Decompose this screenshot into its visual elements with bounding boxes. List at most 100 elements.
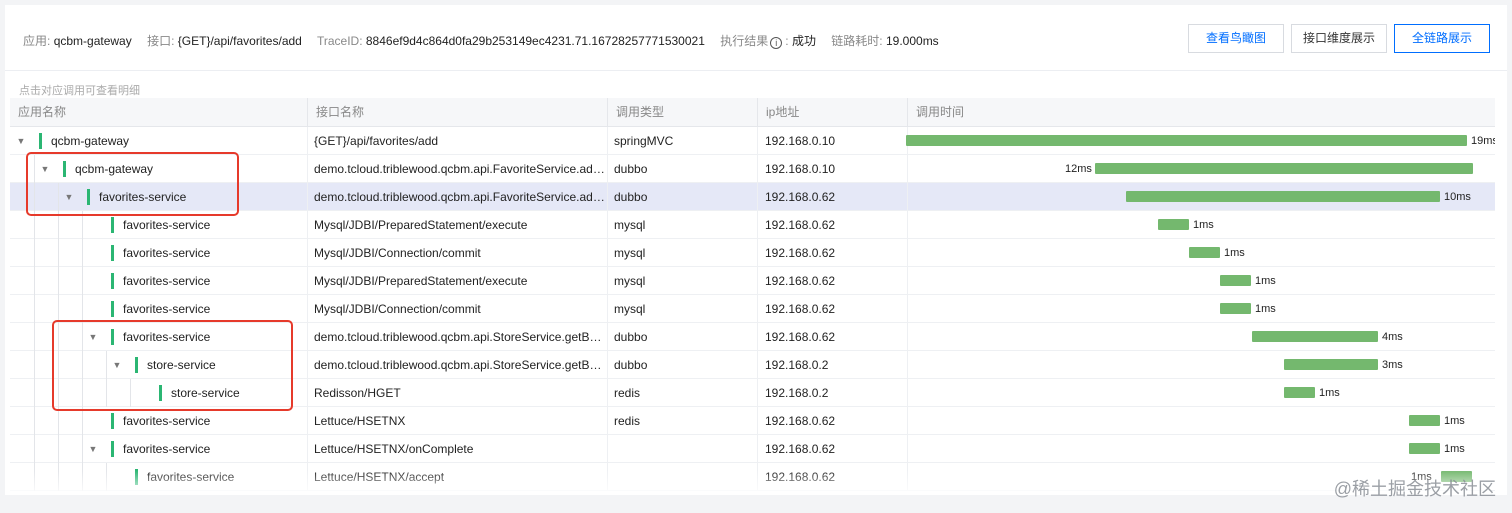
call-type: mysql	[614, 274, 646, 288]
info-icon[interactable]: i	[770, 37, 783, 49]
duration-bar[interactable]	[1409, 443, 1440, 454]
table-row[interactable]: ▼ favorites-service demo.tcloud.triblewood…	[10, 323, 1495, 351]
api-name: Mysql/JDBI/Connection/commit	[314, 246, 481, 260]
expand-caret-icon[interactable]: ▼	[16, 127, 26, 155]
call-type: mysql	[614, 302, 646, 316]
duration-bar[interactable]	[1409, 415, 1440, 426]
timeline-cell: 1ms	[905, 407, 1495, 435]
table-row[interactable]: ▼ qcbm-gateway {GET}/api/favorites/add spri…	[10, 127, 1495, 155]
duration-bar[interactable]	[1095, 163, 1473, 174]
app-name-cell: favorites-service	[10, 463, 307, 491]
duration-bar[interactable]	[1284, 359, 1378, 370]
tree-guide-line	[82, 351, 83, 379]
trace-summary-bar: 应用: qcbm-gateway 接口: {GET}/api/favorites…	[5, 5, 1507, 71]
api-name: Lettuce/HSETNX	[314, 414, 406, 428]
api-name: {GET}/api/favorites/add	[314, 134, 439, 148]
ip-address: 192.168.0.62	[765, 330, 836, 344]
call-type: dubbo	[614, 358, 648, 372]
tree-node-marker	[111, 245, 114, 261]
table-row[interactable]: favorites-service Lettuce/HSETNX redis 192.…	[10, 407, 1495, 435]
app-name-cell: favorites-service	[10, 267, 307, 295]
tree-guide-line	[82, 407, 83, 435]
column-divider	[757, 435, 758, 463]
duration-label: 1ms	[1255, 275, 1276, 287]
duration-bar[interactable]	[1220, 275, 1251, 286]
column-divider	[307, 127, 308, 155]
trace-id-label: TraceID:	[316, 34, 363, 48]
api-name: Lettuce/HSETNX/accept	[314, 470, 445, 484]
column-divider	[607, 239, 608, 267]
table-row[interactable]: favorites-service Mysql/JDBI/Connection/c…	[10, 239, 1495, 267]
duration-bar[interactable]	[1220, 303, 1251, 314]
duration-label: 4ms	[1382, 331, 1403, 343]
table-row[interactable]: store-service Redisson/HGET redis 192.168.0…	[10, 379, 1495, 407]
duration-bar[interactable]	[1252, 331, 1378, 342]
call-type: mysql	[614, 246, 646, 260]
bird-view-button[interactable]: 查看鸟瞰图	[1188, 24, 1284, 53]
api-name: Mysql/JDBI/PreparedStatement/execute	[314, 218, 528, 232]
tree-guide-line	[106, 379, 107, 407]
table-row[interactable]: favorites-service Mysql/JDBI/PreparedStat…	[10, 267, 1495, 295]
tree-guide-line	[58, 407, 59, 435]
table-row[interactable]: ▼ store-service demo.tcloud.triblewood.qcb…	[10, 351, 1495, 379]
table-row[interactable]: favorites-service Mysql/JDBI/PreparedStat…	[10, 211, 1495, 239]
interface-view-button[interactable]: 接口维度展示	[1291, 24, 1387, 53]
column-divider	[757, 239, 758, 267]
column-divider	[757, 267, 758, 295]
tree-guide-line	[34, 323, 35, 351]
tree-node-marker	[111, 413, 114, 429]
app-name: favorites-service	[123, 442, 211, 456]
full-chain-button[interactable]: 全链路展示	[1394, 24, 1490, 53]
column-divider	[607, 127, 608, 155]
ip-address: 192.168.0.62	[765, 302, 836, 316]
duration-value: 19.000ms	[885, 34, 939, 48]
expand-caret-icon[interactable]: ▼	[88, 323, 98, 351]
app-name-cell: favorites-service	[10, 239, 307, 267]
tree-guide-line	[82, 323, 83, 351]
duration-bar[interactable]	[906, 135, 1467, 146]
duration-bar[interactable]	[1284, 387, 1315, 398]
expand-caret-icon[interactable]: ▼	[88, 435, 98, 463]
tree-guide-line	[82, 295, 83, 323]
expand-caret-icon[interactable]: ▼	[112, 351, 122, 379]
watermark: @稀土掘金技术社区	[1333, 479, 1496, 499]
app-name: favorites-service	[99, 190, 187, 204]
app-name-cell: favorites-service	[10, 295, 307, 323]
ip-address: 192.168.0.62	[765, 190, 836, 204]
app-name-cell: favorites-service	[10, 211, 307, 239]
app-name: store-service	[171, 386, 240, 400]
table-row[interactable]: ▼ favorites-service Lettuce/HSETNX/onCompl…	[10, 435, 1495, 463]
column-divider	[307, 295, 308, 323]
tree-guide-line	[34, 379, 35, 407]
col-api: 接口名称	[307, 98, 607, 127]
expand-caret-icon[interactable]: ▼	[64, 183, 74, 211]
tree-guide-line	[106, 351, 107, 379]
app-name: favorites-service	[123, 414, 211, 428]
ip-address: 192.168.0.2	[765, 358, 829, 372]
tree-node-marker	[159, 385, 162, 401]
timeline-cell: 1ms	[905, 239, 1495, 267]
column-divider	[757, 463, 758, 491]
timeline-cell: 10ms	[905, 183, 1495, 211]
duration-bar[interactable]	[1126, 191, 1440, 202]
column-divider	[757, 379, 758, 407]
app-name: favorites-service	[123, 218, 211, 232]
tree-guide-line	[34, 211, 35, 239]
call-type: dubbo	[614, 162, 648, 176]
table-row[interactable]: ▼ favorites-service demo.tcloud.triblewood…	[10, 183, 1495, 211]
column-divider	[757, 407, 758, 435]
table-row[interactable]: favorites-service Lettuce/HSETNX/accept 19…	[10, 463, 1495, 491]
tree-guide-line	[58, 295, 59, 323]
table-row[interactable]: favorites-service Mysql/JDBI/Connection/c…	[10, 295, 1495, 323]
tree-guide-line	[34, 463, 35, 491]
column-divider	[307, 183, 308, 211]
table-row[interactable]: ▼ qcbm-gateway demo.tcloud.triblewood.qcbm…	[10, 155, 1495, 183]
hint-text: 点击对应调用可查看明细	[19, 85, 140, 97]
duration-bar[interactable]	[1158, 219, 1189, 230]
call-type: dubbo	[614, 330, 648, 344]
duration-bar[interactable]	[1189, 247, 1220, 258]
api-name: demo.tcloud.triblewood.qcbm.api.StoreSer…	[314, 358, 606, 372]
expand-caret-icon[interactable]: ▼	[40, 155, 50, 183]
call-type: redis	[614, 414, 641, 428]
column-divider	[607, 323, 608, 351]
